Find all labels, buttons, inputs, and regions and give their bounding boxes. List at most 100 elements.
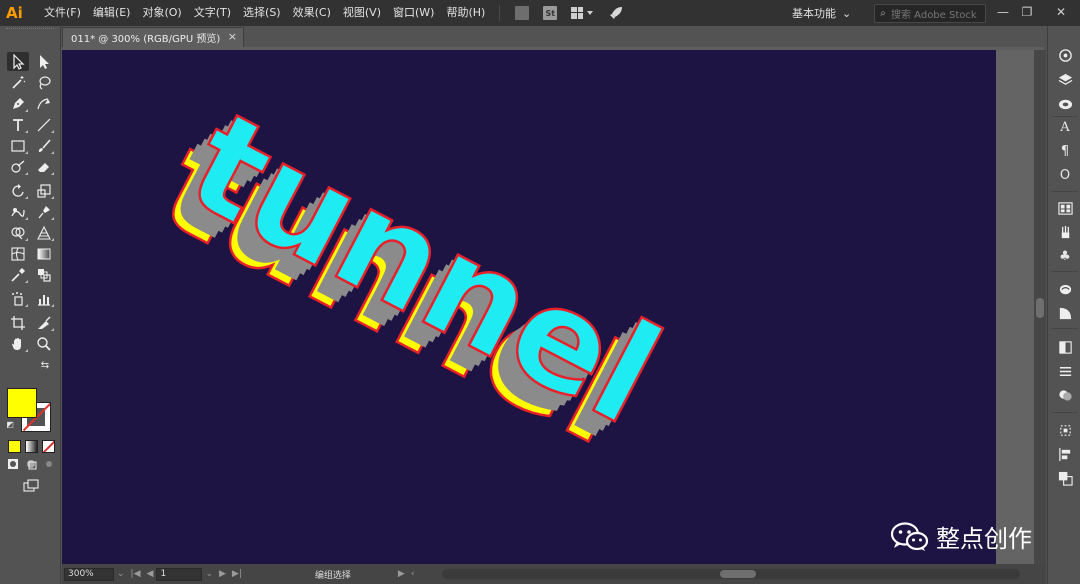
scale-tool-icon[interactable]: [33, 181, 55, 200]
magic-wand-tool-icon[interactable]: [7, 73, 29, 92]
puppet-warp-tool-icon[interactable]: [33, 202, 55, 221]
curvature-tool-icon[interactable]: [33, 94, 55, 113]
color-guide-icon[interactable]: [1055, 46, 1075, 64]
graphic-styles-icon[interactable]: [1055, 280, 1075, 298]
horizontal-scroll-thumb[interactable]: [720, 570, 756, 578]
type-tool-icon[interactable]: [7, 115, 29, 134]
menu-help[interactable]: 帮助(H): [440, 0, 491, 26]
lasso-tool-icon[interactable]: [33, 73, 55, 92]
blend-tool-icon[interactable]: [33, 265, 55, 284]
line-segment-tool-icon[interactable]: [33, 115, 55, 134]
stroke-panel-icon[interactable]: [1055, 362, 1075, 380]
status-menu-button[interactable]: ▶: [395, 569, 408, 579]
paragraph-icon[interactable]: ¶: [1055, 142, 1075, 160]
watermark-text: 整点创作: [936, 525, 1032, 553]
transparency-icon[interactable]: [1055, 338, 1075, 356]
vertical-scroll-thumb[interactable]: [1036, 298, 1044, 318]
column-graph-tool-icon[interactable]: [33, 289, 55, 308]
zoom-tool-icon[interactable]: [33, 334, 55, 353]
artboard-dropdown-icon[interactable]: ⌄: [202, 569, 216, 579]
minimize-button[interactable]: —: [992, 3, 1014, 21]
artwork-tunnel-3d-text[interactable]: tunnel tunnel tunnel tunnel tunnel: [62, 50, 996, 564]
default-colors-icon[interactable]: ◩: [4, 418, 16, 430]
next-artboard-button[interactable]: ▶: [216, 569, 229, 579]
previous-artboard-button[interactable]: ◀: [144, 569, 157, 579]
rectangle-tool-icon[interactable]: [7, 136, 29, 155]
character-icon[interactable]: A: [1055, 118, 1075, 136]
horizontal-scrollbar[interactable]: [442, 569, 1020, 579]
color-mode-icon[interactable]: [8, 440, 21, 453]
bridge-icon[interactable]: [512, 4, 532, 22]
stock-search-input[interactable]: ⌕ 搜索 Adobe Stock: [874, 4, 986, 23]
panel-divider-3: [1052, 271, 1078, 272]
close-window-button[interactable]: ✕: [1050, 3, 1072, 21]
none-mode-icon[interactable]: [42, 440, 55, 453]
direct-selection-tool-icon[interactable]: [33, 52, 55, 71]
zoom-dropdown-icon[interactable]: ⌄: [114, 569, 128, 579]
draw-inside-icon[interactable]: [40, 456, 58, 472]
menu-file[interactable]: 文件(F): [38, 0, 87, 26]
hand-tool-icon[interactable]: [7, 334, 29, 353]
shaper-tool-icon[interactable]: [7, 157, 29, 176]
menu-object[interactable]: 对象(O): [136, 0, 187, 26]
shape-builder-tool-icon[interactable]: [7, 223, 29, 242]
eraser-tool-icon[interactable]: [33, 157, 55, 176]
last-artboard-button[interactable]: ▶|: [229, 569, 245, 579]
menu-edit[interactable]: 编辑(E): [87, 0, 137, 26]
libraries-icon[interactable]: [1055, 94, 1075, 112]
swap-fill-stroke-icon[interactable]: ⇆: [38, 358, 52, 372]
gradient-tool-icon[interactable]: [33, 244, 55, 263]
brushes-icon[interactable]: [1055, 223, 1075, 241]
appearance-icon[interactable]: [1055, 304, 1075, 322]
menu-window[interactable]: 窗口(W): [387, 0, 440, 26]
transform-icon[interactable]: [1055, 421, 1075, 439]
opentype-icon[interactable]: O: [1055, 166, 1075, 184]
slice-tool-icon[interactable]: [33, 313, 55, 332]
warp-tool-icon[interactable]: [7, 202, 29, 221]
symbol-sprayer-tool-icon[interactable]: [7, 289, 29, 308]
menu-select[interactable]: 选择(S): [237, 0, 287, 26]
align-icon[interactable]: [1055, 445, 1075, 463]
stock-icon[interactable]: St: [540, 4, 560, 22]
canvas-area[interactable]: tunnel tunnel tunnel tunnel tunnel: [62, 50, 1034, 564]
close-tab-icon[interactable]: ×: [228, 30, 237, 43]
rotate-tool-icon[interactable]: [7, 181, 29, 200]
fill-color-swatch[interactable]: [7, 388, 37, 418]
panel-grip[interactable]: [6, 28, 54, 33]
draw-normal-icon[interactable]: [4, 456, 22, 472]
symbols-icon[interactable]: ♣: [1055, 247, 1075, 265]
workspace-switcher[interactable]: 基本功能 ⌄: [792, 4, 851, 22]
zoom-level-field[interactable]: 300%: [64, 567, 114, 581]
artboard-number-field[interactable]: 1: [156, 567, 203, 581]
panel-divider-2: [1052, 191, 1078, 192]
gpu-rocket-icon[interactable]: [606, 4, 626, 22]
vertical-scrollbar[interactable]: [1034, 50, 1046, 564]
pathfinder-icon[interactable]: [1055, 386, 1075, 404]
pen-tool-icon[interactable]: [7, 94, 29, 113]
arrange-documents-icon[interactable]: [568, 4, 598, 22]
menu-effect[interactable]: 效果(C): [287, 0, 337, 26]
artboard[interactable]: tunnel tunnel tunnel tunnel tunnel: [62, 50, 996, 564]
layers-icon[interactable]: [1055, 70, 1075, 88]
selection-tool-icon[interactable]: [7, 52, 29, 71]
menu-view[interactable]: 视图(V): [337, 0, 387, 26]
menu-type[interactable]: 文字(T): [188, 0, 237, 26]
panel-divider: [1052, 116, 1078, 117]
scroll-left-button[interactable]: ‹: [408, 569, 418, 579]
menu-divider: [499, 5, 501, 21]
eyedropper-tool-icon[interactable]: [7, 265, 29, 284]
restore-button[interactable]: ❐: [1016, 3, 1038, 21]
artboards-panel-icon[interactable]: [1055, 469, 1075, 487]
zoom-level-value: 300%: [68, 569, 94, 579]
paintbrush-tool-icon[interactable]: [33, 136, 55, 155]
stock-badge: St: [543, 6, 558, 20]
swatches-icon[interactable]: [1055, 199, 1075, 217]
perspective-grid-tool-icon[interactable]: [33, 223, 55, 242]
gradient-mode-icon[interactable]: [25, 440, 38, 453]
document-tab[interactable]: 011* @ 300% (RGB/GPU 预览) ×: [62, 27, 244, 47]
mesh-tool-icon[interactable]: [7, 244, 29, 263]
artboard-tool-icon[interactable]: [7, 313, 29, 332]
first-artboard-button[interactable]: |◀: [128, 569, 144, 579]
draw-behind-icon[interactable]: [22, 456, 40, 472]
screen-mode-icon[interactable]: [20, 478, 42, 494]
